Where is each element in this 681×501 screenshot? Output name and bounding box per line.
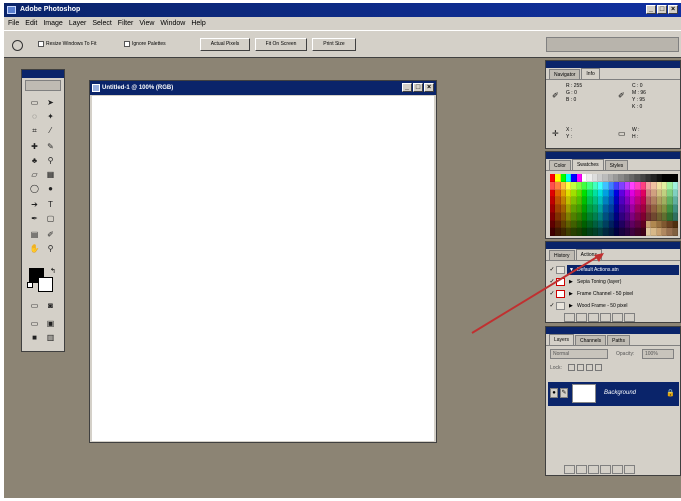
annotation-arrow-overlay bbox=[471, 253, 604, 334]
photoshop-window: Adobe Photoshop _ □ × File Edit Image La… bbox=[4, 3, 681, 498]
annotation-arrow-line bbox=[471, 253, 603, 334]
